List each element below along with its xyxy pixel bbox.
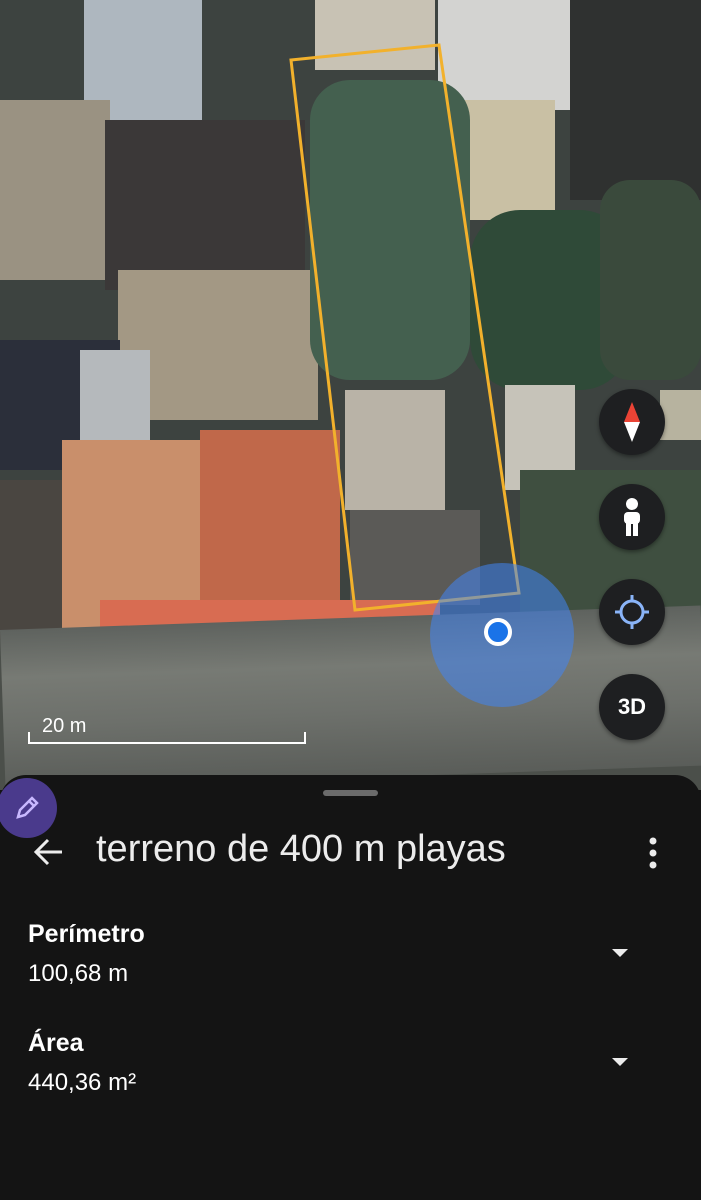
area-dropdown-icon[interactable]	[608, 1050, 632, 1074]
area-label: Área	[28, 1029, 84, 1057]
3d-button[interactable]: 3D	[599, 674, 665, 740]
my-location-button[interactable]	[599, 579, 665, 645]
measurement-sheet: terreno de 400 m playas Perímetro 100,68…	[0, 775, 701, 1200]
3d-label: 3D	[617, 694, 647, 719]
scale-tick	[304, 732, 306, 744]
scale-line	[28, 742, 304, 744]
perimeter-label: Perímetro	[28, 920, 145, 948]
scale-label: 20 m	[42, 715, 87, 737]
area-value: 440,36 m²	[28, 1069, 137, 1096]
pencil-icon	[16, 796, 39, 819]
measured-parcel-outline[interactable]	[0, 0, 701, 790]
sheet-title: terreno de 400 m playas	[96, 828, 506, 870]
streetview-button[interactable]	[599, 484, 665, 550]
pegman-icon	[624, 498, 640, 536]
compass-button[interactable]	[599, 389, 665, 455]
satellite-map[interactable]: 3D 20 m	[0, 0, 701, 790]
perimeter-dropdown-icon[interactable]	[608, 941, 632, 965]
current-location-dot	[484, 618, 512, 646]
compass-icon	[624, 402, 640, 442]
my-location-icon	[615, 595, 649, 629]
more-options-icon[interactable]	[640, 833, 666, 873]
drag-handle[interactable]	[323, 790, 378, 796]
parcel-polygon[interactable]	[289, 43, 521, 612]
perimeter-value: 100,68 m	[28, 960, 129, 987]
